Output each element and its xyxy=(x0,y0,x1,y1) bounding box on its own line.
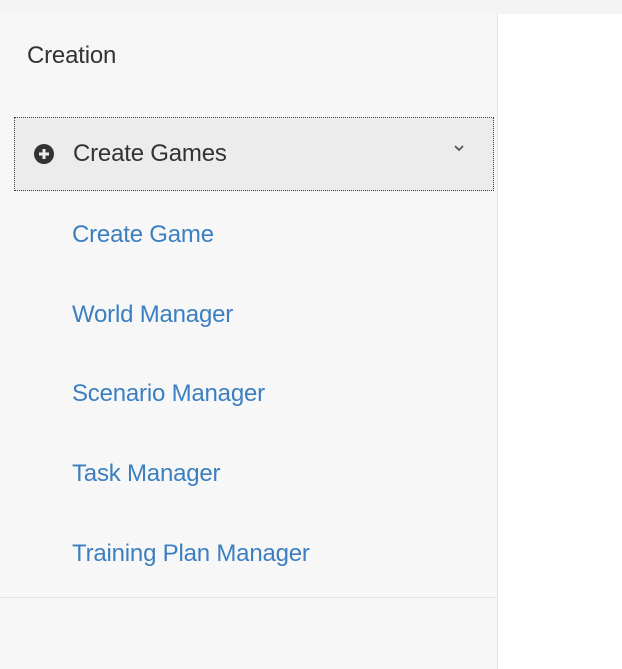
create-games-group[interactable]: Create Games xyxy=(14,117,494,191)
top-bar xyxy=(0,0,622,14)
chevron-down-icon[interactable] xyxy=(452,141,466,155)
sidebar-item-create-game[interactable]: Create Game xyxy=(72,221,214,249)
create-games-label: Create Games xyxy=(73,140,227,167)
sidebar-item-training-plan-manager[interactable]: Training Plan Manager xyxy=(72,540,310,568)
sidebar-item-task-manager[interactable]: Task Manager xyxy=(72,460,221,488)
sidebar-item-world-manager[interactable]: World Manager xyxy=(72,301,233,329)
plus-circle-icon xyxy=(34,144,54,164)
divider xyxy=(0,597,497,598)
sidebar-item-scenario-manager[interactable]: Scenario Manager xyxy=(72,380,265,408)
sidebar: Creation Create Games Create Game World … xyxy=(0,14,498,669)
section-title: Creation xyxy=(27,42,117,69)
